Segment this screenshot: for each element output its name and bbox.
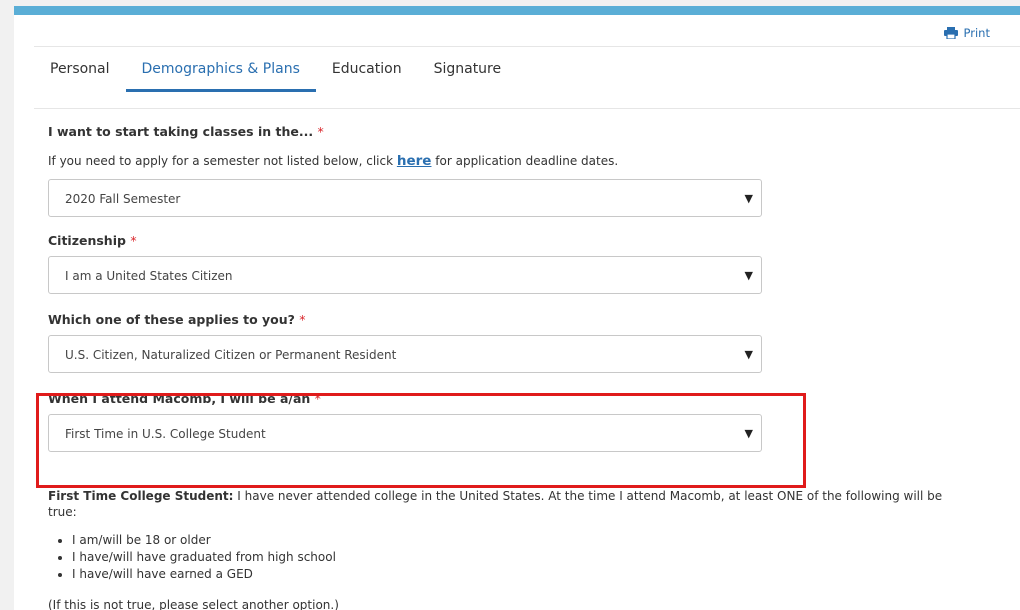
form-content: I want to start taking classes in the...… (48, 124, 948, 610)
caret-down-icon: ▼ (744, 427, 753, 440)
list-item: I have/will have graduated from high sch… (72, 549, 948, 566)
required-marker: * (130, 233, 137, 248)
required-marker: * (317, 124, 324, 139)
top-accent-bar (14, 6, 1020, 15)
caret-down-icon: ▼ (744, 269, 753, 282)
required-marker: * (314, 391, 321, 406)
attend-select-value: First Time in U.S. College Student (65, 427, 266, 441)
citizenship-label: Citizenship * (48, 233, 137, 248)
semester-select[interactable]: 2020 Fall Semester ▼ (48, 179, 762, 217)
applies-select[interactable]: U.S. Citizen, Naturalized Citizen or Per… (48, 335, 762, 373)
tab-demographics-plans[interactable]: Demographics & Plans (125, 47, 316, 92)
required-marker: * (299, 312, 306, 327)
printer-icon (943, 27, 958, 39)
list-item: I have/will have earned a GED (72, 566, 948, 583)
attend-label: When I attend Macomb, I will be a/an * (48, 391, 321, 406)
print-button[interactable]: Print (943, 26, 990, 40)
tab-signature[interactable]: Signature (418, 47, 518, 89)
attend-select[interactable]: First Time in U.S. College Student ▼ (48, 414, 762, 452)
section-tabs: Personal Demographics & Plans Education … (34, 47, 1020, 109)
applies-label: Which one of these applies to you? * (48, 312, 306, 327)
caret-down-icon: ▼ (744, 348, 753, 361)
semester-select-value: 2020 Fall Semester (65, 192, 181, 206)
citizenship-select-value: I am a United States Citizen (65, 269, 233, 283)
info-description: First Time College Student: I have never… (48, 489, 943, 520)
info-note: (If this is not true, please select anot… (48, 598, 339, 610)
print-label: Print (963, 26, 990, 40)
info-bullet-list: I am/will be 18 or older I have/will hav… (48, 532, 948, 583)
deadline-link[interactable]: here (397, 153, 432, 169)
semester-label: I want to start taking classes in the...… (48, 124, 324, 139)
caret-down-icon: ▼ (744, 192, 753, 205)
semester-help-text: If you need to apply for a semester not … (48, 153, 619, 169)
tab-education[interactable]: Education (316, 47, 418, 89)
applies-select-value: U.S. Citizen, Naturalized Citizen or Per… (65, 348, 397, 362)
student-type-info: First Time College Student: I have never… (48, 488, 948, 610)
list-item: I am/will be 18 or older (72, 532, 948, 549)
tab-personal[interactable]: Personal (34, 47, 126, 89)
citizenship-select[interactable]: I am a United States Citizen ▼ (48, 256, 762, 294)
application-page: Print Personal Demographics & Plans Educ… (14, 6, 1020, 610)
